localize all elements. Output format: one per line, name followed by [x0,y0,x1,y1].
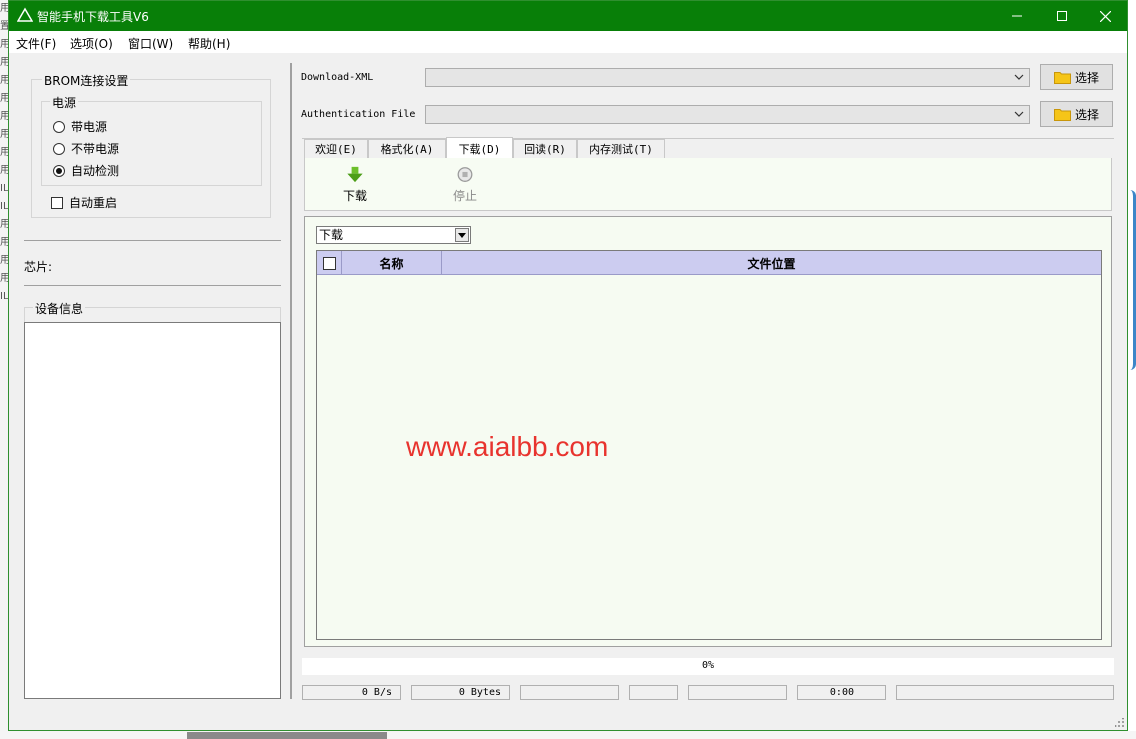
status-field-4 [629,685,678,700]
checkbox-box [51,196,63,209]
background-desktop-right [1128,0,1136,739]
stop-button[interactable]: 停止 [435,158,495,204]
download-mode-select[interactable]: 下载 [316,226,471,244]
divider [24,285,281,286]
status-time: 0:00 [797,685,886,700]
watermark-text: www.aialbb.com [406,431,609,462]
select-all-cell [317,251,342,275]
close-icon [1100,10,1111,22]
background-desktop-left: 用置用用用用用用用用 IL IL 用用用用 IL [0,0,8,739]
app-logo-icon [17,7,33,22]
auto-reboot-label: 自动重启 [69,196,118,210]
panel-splitter[interactable] [290,63,292,699]
radio-circle [53,142,65,155]
radio-auto-detect[interactable]: 自动检测 [53,162,119,179]
device-info-textarea[interactable] [24,322,281,699]
status-field-7 [896,685,1114,700]
radio-label: 不带电源 [71,142,120,156]
choose-auth-file-button[interactable]: 选择 [1040,101,1113,127]
download-xml-label: Download-XML [301,72,374,83]
tab-format[interactable]: 格式化(A) [368,139,446,158]
tab-memory-test[interactable]: 内存测试(T) [577,139,665,158]
main-window: 智能手机下载工具V6 文件(F) 选项(O) 窗口(W) 帮助(H) BROM连… [8,0,1128,731]
radio-label: 带电源 [71,120,108,134]
radio-label: 自动检测 [71,164,120,178]
menu-options[interactable]: 选项(O) [70,35,113,52]
choose-label: 选择 [1074,70,1099,85]
choose-download-xml-button[interactable]: 选择 [1040,64,1113,90]
brom-settings-title: BROM连接设置 [42,72,131,89]
status-speed: 0 B/s [302,685,401,700]
column-header-name[interactable]: 名称 [342,251,442,275]
tab-welcome[interactable]: 欢迎(E) [304,139,368,158]
dropdown-button[interactable] [455,228,469,242]
download-label: 下载 [342,189,367,203]
menu-window[interactable]: 窗口(W) [128,35,173,52]
progress-bar: 0% [302,658,1114,675]
maximize-icon [1056,11,1067,21]
minimize-button[interactable] [994,1,1039,31]
divider [24,240,281,241]
download-toolbar: 下载 停止 [304,158,1112,211]
download-mode-value: 下载 [319,228,344,242]
device-info-title: 设备信息 [33,300,86,317]
chevron-down-icon [1014,111,1024,117]
minimize-icon [1011,15,1022,17]
close-button[interactable] [1083,1,1128,31]
background-desktop-bottom [0,731,1136,739]
auth-file-combobox[interactable] [425,105,1030,124]
chip-label: 芯片: [24,260,53,274]
auth-file-label: Authentication File [301,109,416,120]
download-xml-combobox[interactable] [425,68,1030,87]
folder-icon [1053,71,1071,84]
menu-bar: 文件(F) 选项(O) 窗口(W) 帮助(H) [9,31,1127,53]
menu-file[interactable]: 文件(F) [16,35,56,52]
radio-with-battery[interactable]: 带电源 [53,118,107,135]
radio-circle-selected [53,164,65,177]
resize-grip-icon[interactable] [1115,718,1125,728]
window-title: 智能手机下载工具V6 [37,10,149,24]
title-bar[interactable]: 智能手机下载工具V6 [9,1,1127,31]
folder-icon [1053,108,1071,121]
brom-settings-group: BROM连接设置 电源 带电源 不带电源 自动检测 自动重启 [31,72,271,218]
radio-without-battery[interactable]: 不带电源 [53,140,119,157]
menu-help[interactable]: 帮助(H) [188,35,230,52]
status-field-5 [688,685,787,700]
progress-text: 0% [701,660,715,671]
select-all-checkbox[interactable] [322,256,336,270]
table-header: 名称 文件位置 [317,251,1101,275]
caret-down-icon [458,233,466,238]
stop-label: 停止 [452,189,477,203]
stop-icon [457,167,473,182]
column-header-location[interactable]: 文件位置 [442,251,1101,275]
radio-circle [53,120,65,133]
power-group: 电源 带电源 不带电源 自动检测 [41,94,262,186]
maximize-button[interactable] [1039,1,1084,31]
status-bytes: 0 Bytes [411,685,510,700]
power-title: 电源 [50,94,79,111]
choose-label: 选择 [1074,107,1099,122]
download-arrow-icon [347,166,363,183]
tab-download[interactable]: 下载(D) [446,137,513,159]
status-field-3 [520,685,619,700]
download-button[interactable]: 下载 [325,158,385,204]
auto-reboot-checkbox[interactable]: 自动重启 [51,194,117,211]
chevron-down-icon [1014,74,1024,80]
tab-readback[interactable]: 回读(R) [513,139,577,158]
